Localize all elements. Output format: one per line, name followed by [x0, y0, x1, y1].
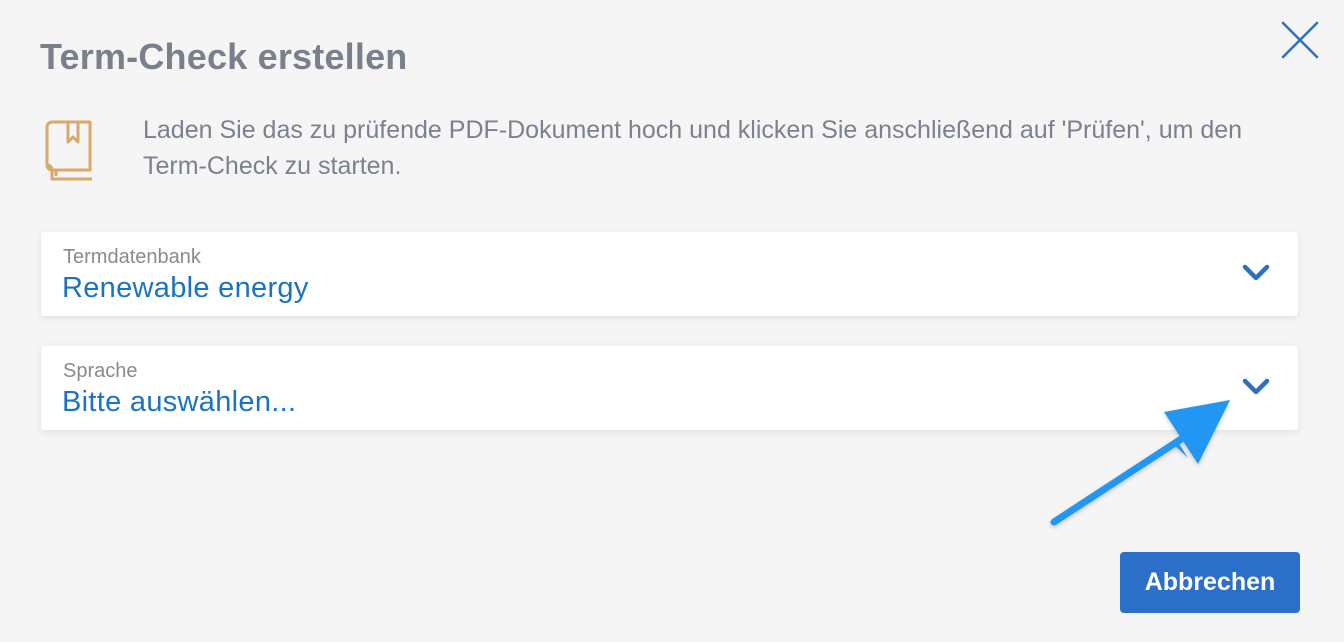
- dialog-title: Term-Check erstellen: [40, 36, 408, 77]
- cancel-button[interactable]: Abbrechen: [1120, 552, 1300, 613]
- close-button[interactable]: [1276, 16, 1324, 64]
- termdatenbank-label: Termdatenbank: [63, 246, 201, 268]
- sprache-label: Sprache: [63, 360, 138, 382]
- chevron-down-icon[interactable]: [1241, 376, 1271, 398]
- book-icon: [45, 120, 92, 181]
- term-check-dialog: Term-Check erstellen Laden Sie das zu pr…: [0, 0, 1344, 642]
- termdatenbank-select[interactable]: Termdatenbank Renewable energy: [41, 232, 1298, 316]
- sprache-select[interactable]: Sprache Bitte auswählen...: [41, 346, 1298, 430]
- chevron-down-icon[interactable]: [1241, 262, 1271, 284]
- termdatenbank-value: Renewable energy: [62, 272, 309, 304]
- sprache-value: Bitte auswählen...: [62, 386, 297, 418]
- info-text: Laden Sie das zu prüfende PDF-Dokument h…: [143, 116, 1243, 180]
- close-icon: [1281, 21, 1319, 59]
